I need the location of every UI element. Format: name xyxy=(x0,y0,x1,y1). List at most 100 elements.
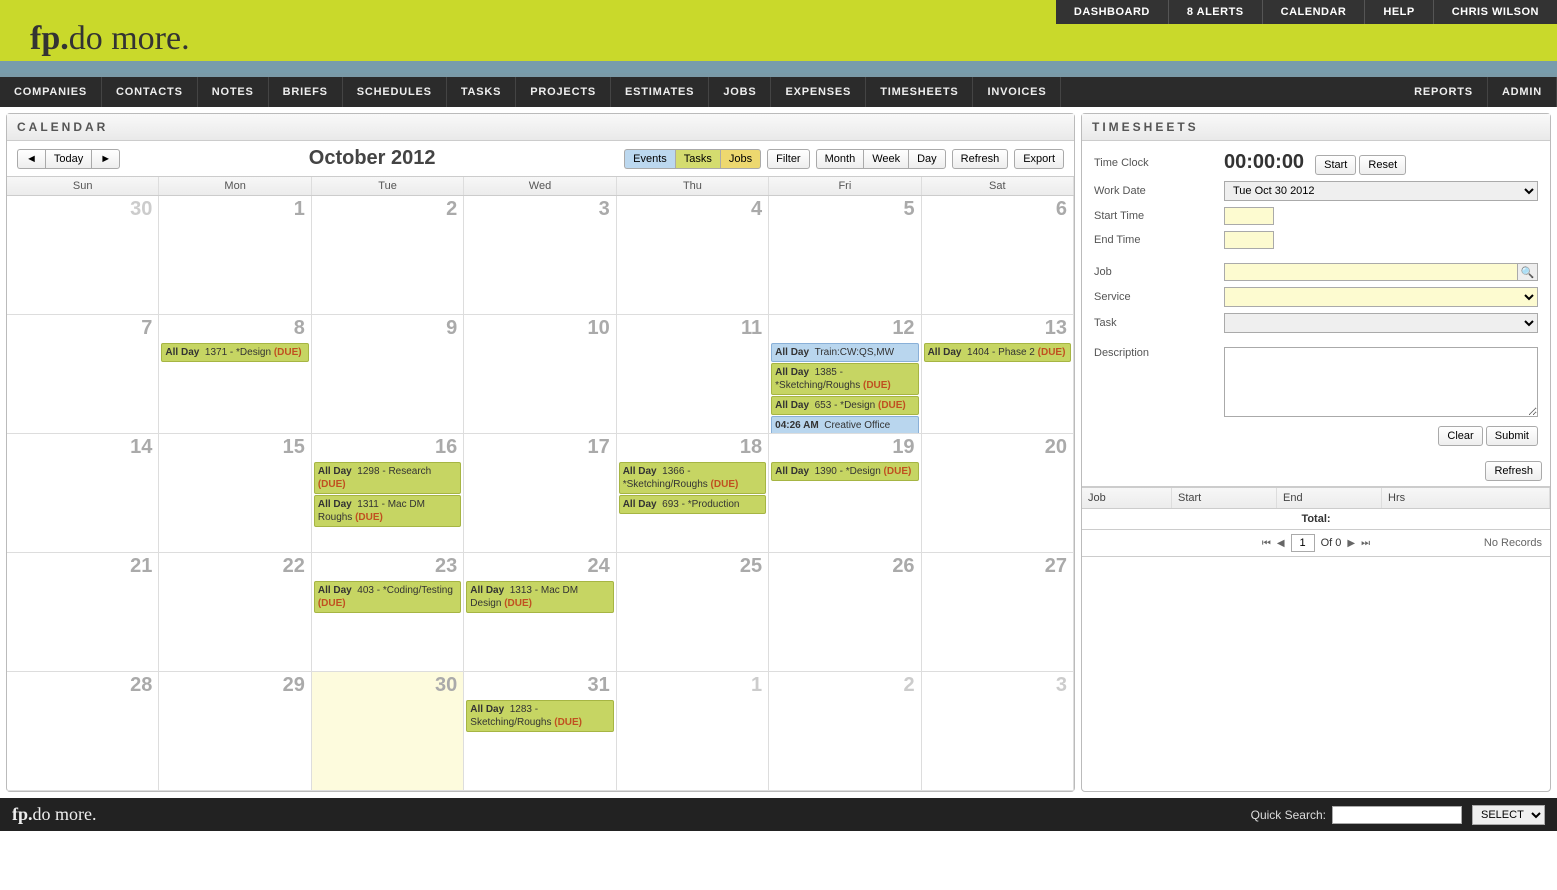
calendar-cell[interactable]: 16All Day 1298 - Research (DUE)All Day 1… xyxy=(312,434,464,553)
cal-next-button[interactable]: ► xyxy=(91,149,120,169)
calendar-cell[interactable]: 11 xyxy=(617,315,769,434)
calendar-cell[interactable]: 31All Day 1283 - Sketching/Roughs (DUE) xyxy=(464,672,616,791)
calendar-cell[interactable]: 30 xyxy=(7,196,159,315)
range-week[interactable]: Week xyxy=(863,149,908,169)
topnav-user[interactable]: CHRIS WILSON xyxy=(1434,0,1557,24)
calendar-event[interactable]: All Day 1283 - Sketching/Roughs (DUE) xyxy=(466,700,613,732)
mainnav-invoices[interactable]: INVOICES xyxy=(973,77,1061,107)
calendar-event[interactable]: All Day 1311 - Mac DM Roughs (DUE) xyxy=(314,495,461,527)
work-date-select[interactable]: Tue Oct 30 2012 xyxy=(1224,181,1538,201)
calendar-cell[interactable]: 22 xyxy=(159,553,311,672)
cal-today-button[interactable]: Today xyxy=(45,149,91,169)
calendar-event[interactable]: All Day 1371 - *Design (DUE) xyxy=(161,343,308,362)
mainnav-projects[interactable]: PROJECTS xyxy=(516,77,611,107)
mainnav-contacts[interactable]: CONTACTS xyxy=(102,77,198,107)
pager-first-icon[interactable]: ⏮ xyxy=(1262,538,1271,549)
end-time-input[interactable] xyxy=(1224,231,1274,249)
topnav-alerts[interactable]: 8 ALERTS xyxy=(1169,0,1263,24)
calendar-cell[interactable]: 21 xyxy=(7,553,159,672)
calendar-cell[interactable]: 25 xyxy=(617,553,769,672)
calendar-event[interactable]: All Day 1404 - Phase 2 (DUE) xyxy=(924,343,1071,362)
calendar-cell[interactable]: 1 xyxy=(617,672,769,791)
calendar-cell[interactable]: 28 xyxy=(7,672,159,791)
calendar-cell[interactable]: 6 xyxy=(922,196,1074,315)
submit-button[interactable]: Submit xyxy=(1486,426,1538,446)
mainnav-schedules[interactable]: SCHEDULES xyxy=(343,77,447,107)
calendar-cell[interactable]: 14 xyxy=(7,434,159,553)
calendar-event[interactable]: All Day 1313 - Mac DM Design (DUE) xyxy=(466,581,613,613)
calendar-cell[interactable]: 17 xyxy=(464,434,616,553)
calendar-cell[interactable]: 5 xyxy=(769,196,921,315)
calendar-cell[interactable]: 8All Day 1371 - *Design (DUE) xyxy=(159,315,311,434)
mainnav-expenses[interactable]: EXPENSES xyxy=(771,77,866,107)
quick-search-input[interactable] xyxy=(1332,806,1462,824)
start-time-input[interactable] xyxy=(1224,207,1274,225)
range-month[interactable]: Month xyxy=(816,149,864,169)
ts-refresh-button[interactable]: Refresh xyxy=(1485,461,1542,481)
pager-page-input[interactable] xyxy=(1291,534,1315,552)
topnav-dashboard[interactable]: DASHBOARD xyxy=(1056,0,1169,24)
mainnav-admin[interactable]: ADMIN xyxy=(1488,77,1557,107)
filter-button[interactable]: Filter xyxy=(767,149,809,169)
mainnav-estimates[interactable]: ESTIMATES xyxy=(611,77,709,107)
calendar-event[interactable]: All Day 403 - *Coding/Testing (DUE) xyxy=(314,581,461,613)
calendar-event[interactable]: All Day 1390 - *Design (DUE) xyxy=(771,462,918,481)
calendar-cell[interactable]: 10 xyxy=(464,315,616,434)
calendar-cell[interactable]: 27 xyxy=(922,553,1074,672)
job-input[interactable] xyxy=(1224,263,1518,281)
clear-button[interactable]: Clear xyxy=(1438,426,1482,446)
toggle-jobs[interactable]: Jobs xyxy=(720,149,761,169)
calendar-cell[interactable]: 30 xyxy=(312,672,464,791)
job-search-button[interactable]: 🔍 xyxy=(1518,263,1538,281)
calendar-cell[interactable]: 23All Day 403 - *Coding/Testing (DUE) xyxy=(312,553,464,672)
cal-prev-button[interactable]: ◄ xyxy=(17,149,45,169)
calendar-cell[interactable]: 12All Day Train:CW:QS,MW All Day 1385 - … xyxy=(769,315,921,434)
task-select[interactable] xyxy=(1224,313,1538,333)
pager-prev-icon[interactable]: ◀ xyxy=(1277,538,1285,549)
topnav-help[interactable]: HELP xyxy=(1365,0,1433,24)
mainnav-companies[interactable]: COMPANIES xyxy=(0,77,102,107)
calendar-cell[interactable]: 26 xyxy=(769,553,921,672)
calendar-cell[interactable]: 2 xyxy=(769,672,921,791)
toggle-events[interactable]: Events xyxy=(624,149,675,169)
mainnav-briefs[interactable]: BRIEFS xyxy=(269,77,343,107)
calendar-cell[interactable]: 1 xyxy=(159,196,311,315)
calendar-event[interactable]: All Day 653 - *Design (DUE) xyxy=(771,396,918,415)
service-select[interactable] xyxy=(1224,287,1538,307)
calendar-cell[interactable]: 29 xyxy=(159,672,311,791)
calendar-cell[interactable]: 3 xyxy=(922,672,1074,791)
pager-next-icon[interactable]: ▶ xyxy=(1347,538,1355,549)
calendar-event[interactable]: All Day 1298 - Research (DUE) xyxy=(314,462,461,494)
mainnav-reports[interactable]: REPORTS xyxy=(1400,77,1488,107)
calendar-cell[interactable]: 13All Day 1404 - Phase 2 (DUE) xyxy=(922,315,1074,434)
description-textarea[interactable] xyxy=(1224,347,1538,417)
calendar-event[interactable]: All Day 1366 - *Sketching/Roughs (DUE) xyxy=(619,462,766,494)
calendar-event[interactable]: All Day 1385 - *Sketching/Roughs (DUE) xyxy=(771,363,918,395)
calendar-cell[interactable]: 2 xyxy=(312,196,464,315)
calendar-cell[interactable]: 19All Day 1390 - *Design (DUE) xyxy=(769,434,921,553)
mainnav-timesheets[interactable]: TIMESHEETS xyxy=(866,77,973,107)
calendar-event[interactable]: All Day Train:CW:QS,MW xyxy=(771,343,918,362)
calendar-cell[interactable]: 4 xyxy=(617,196,769,315)
calendar-cell[interactable]: 3 xyxy=(464,196,616,315)
calendar-cell[interactable]: 9 xyxy=(312,315,464,434)
pager-last-icon[interactable]: ⏭ xyxy=(1361,538,1370,549)
calendar-cell[interactable]: 7 xyxy=(7,315,159,434)
quick-search-select[interactable]: SELECT xyxy=(1472,805,1545,825)
calendar-cell[interactable]: 15 xyxy=(159,434,311,553)
mainnav-jobs[interactable]: JOBS xyxy=(709,77,771,107)
calendar-event[interactable]: All Day 693 - *Production xyxy=(619,495,766,514)
calendar-cell[interactable]: 24All Day 1313 - Mac DM Design (DUE) xyxy=(464,553,616,672)
range-day[interactable]: Day xyxy=(908,149,946,169)
toggle-tasks[interactable]: Tasks xyxy=(675,149,720,169)
cal-refresh-button[interactable]: Refresh xyxy=(952,149,1009,169)
calendar-cell[interactable]: 18All Day 1366 - *Sketching/Roughs (DUE)… xyxy=(617,434,769,553)
clock-start-button[interactable]: Start xyxy=(1315,155,1356,175)
cal-export-button[interactable]: Export xyxy=(1014,149,1064,169)
topnav-calendar[interactable]: CALENDAR xyxy=(1263,0,1366,24)
calendar-event[interactable]: 04:26 AM Creative Office xyxy=(771,416,918,434)
clock-reset-button[interactable]: Reset xyxy=(1359,155,1406,175)
mainnav-notes[interactable]: NOTES xyxy=(198,77,269,107)
calendar-cell[interactable]: 20 xyxy=(922,434,1074,553)
mainnav-tasks[interactable]: TASKS xyxy=(447,77,516,107)
